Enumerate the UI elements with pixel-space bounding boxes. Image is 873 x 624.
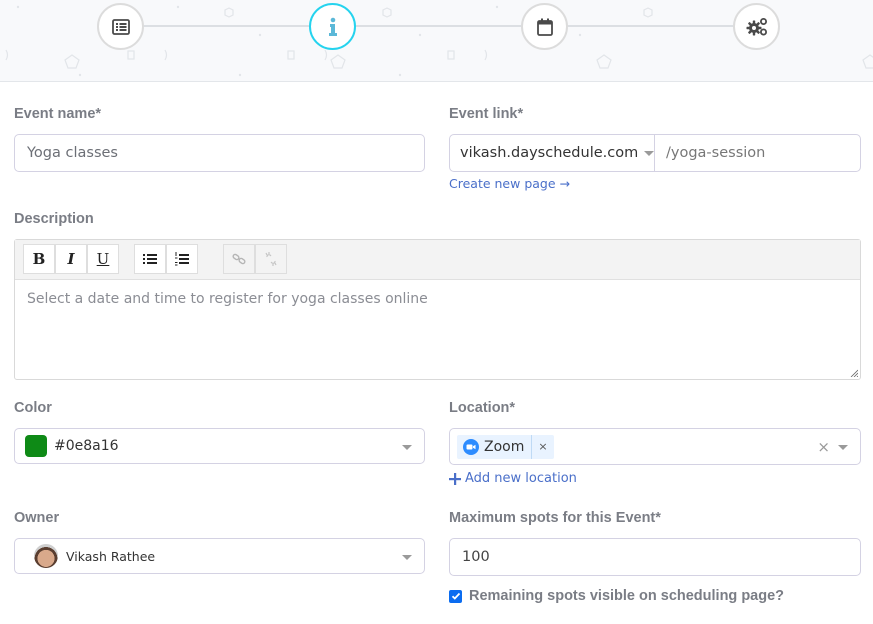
remaining-spots-checkbox[interactable]	[449, 589, 462, 603]
location-tag-zoom: Zoom ×	[457, 434, 554, 459]
link-icon	[232, 253, 246, 265]
list-icon	[111, 18, 130, 35]
event-name-label: Event name*	[14, 106, 102, 122]
step-settings[interactable]	[733, 3, 780, 50]
add-new-location-link[interactable]: Add new location	[449, 471, 577, 486]
max-spots-value: 100	[462, 549, 490, 565]
unlink-icon	[265, 252, 277, 266]
location-select[interactable]: Zoom × ×	[449, 428, 861, 465]
chevron-down-icon	[644, 150, 655, 156]
avatar	[34, 544, 58, 568]
bulleted-list-icon	[143, 254, 157, 264]
stepper-connector	[567, 25, 733, 27]
gears-icon	[746, 17, 767, 35]
info-icon	[328, 17, 337, 36]
numbered-list-icon	[175, 252, 189, 266]
italic-button[interactable]: I	[55, 244, 87, 274]
clear-selection-button[interactable]: ×	[817, 438, 830, 456]
location-tag-label: Zoom	[484, 434, 533, 459]
owner-select[interactable]: Vikash Rathee	[14, 538, 425, 574]
bulleted-list-button[interactable]	[134, 244, 166, 274]
plus-icon	[449, 472, 461, 485]
stepper-connector	[143, 25, 309, 27]
color-select[interactable]: #0e8a16	[14, 428, 425, 464]
underline-button[interactable]: U	[87, 244, 119, 274]
bold-button[interactable]: B	[23, 244, 55, 274]
domain-value: vikash.dayschedule.com	[460, 145, 639, 161]
description-label: Description	[14, 211, 94, 227]
event-name-input[interactable]: Yoga classes	[14, 134, 425, 172]
editor-toolbar: B I U	[15, 240, 860, 280]
underline-icon: U	[96, 250, 110, 268]
chevron-down-icon	[402, 555, 412, 560]
checkmark-icon	[451, 592, 460, 600]
color-swatch	[25, 435, 47, 457]
color-value: #0e8a16	[54, 438, 119, 454]
step-info[interactable]	[309, 3, 356, 50]
owner-value: Vikash Rathee	[66, 548, 156, 564]
calendar-icon	[536, 18, 553, 36]
stepper-connector	[355, 25, 521, 27]
chevron-down-icon	[402, 445, 412, 450]
step-schedule[interactable]	[521, 3, 568, 50]
create-new-page-link[interactable]: Create new page →	[449, 176, 570, 191]
max-spots-input[interactable]: 100	[449, 538, 861, 576]
event-link-field: vikash.dayschedule.com	[449, 134, 861, 172]
owner-label: Owner	[14, 510, 60, 526]
chevron-down-icon	[838, 445, 848, 450]
domain-select[interactable]: vikash.dayschedule.com	[450, 135, 655, 171]
remaining-spots-option: Remaining spots visible on scheduling pa…	[449, 588, 784, 604]
link-button[interactable]	[223, 244, 255, 274]
event-name-value: Yoga classes	[27, 145, 118, 161]
resize-handle-icon[interactable]	[850, 369, 858, 377]
remaining-spots-label[interactable]: Remaining spots visible on scheduling pa…	[469, 588, 784, 604]
bold-icon: B	[32, 250, 46, 268]
color-label: Color	[14, 400, 52, 416]
zoom-icon	[463, 438, 479, 455]
unlink-button[interactable]	[255, 244, 287, 274]
description-editor: B I U Select a date and time to register…	[14, 239, 861, 380]
wizard-stepper	[0, 0, 873, 82]
max-spots-label: Maximum spots for this Event*	[449, 510, 661, 526]
italic-icon: I	[67, 250, 75, 268]
remove-tag-button[interactable]: ×	[538, 440, 547, 453]
description-text[interactable]: Select a date and time to register for y…	[15, 280, 860, 318]
add-new-location-label: Add new location	[465, 471, 577, 486]
event-slug-input[interactable]	[655, 135, 860, 171]
event-link-label: Event link*	[449, 106, 524, 122]
step-details[interactable]	[97, 3, 144, 50]
location-label: Location*	[449, 400, 516, 416]
numbered-list-button[interactable]	[166, 244, 198, 274]
